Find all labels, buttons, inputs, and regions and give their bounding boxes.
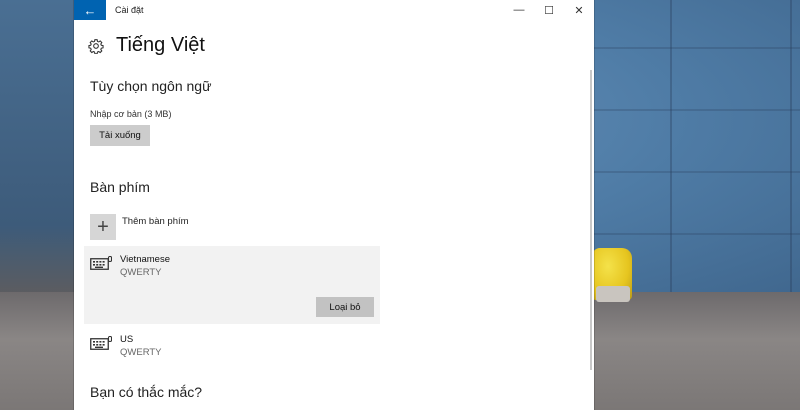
window-title: Cài đặt [115,5,144,15]
close-icon: ✕ [574,4,584,17]
keyboard-layout: QWERTY [120,347,162,358]
plus-icon: + [97,216,109,238]
maximize-icon: ☐ [544,4,554,17]
page-header: Tiếng Việt [88,34,205,57]
keyboard-name: Vietnamese [120,254,170,265]
keyboard-name: US [120,334,134,345]
keyboard-item-vietnamese[interactable]: Vietnamese QWERTY Loại bỏ [84,246,380,324]
maximize-button[interactable]: ☐ [534,0,564,20]
keyboard-icon [90,256,112,270]
basic-input-label: Nhập cơ bản (3 MB) [90,109,172,119]
minimize-icon: — [513,4,525,16]
settings-content: Tiếng Việt Tùy chọn ngôn ngữ Nhập cơ bản… [74,20,594,410]
page-title: Tiếng Việt [116,34,205,56]
close-button[interactable]: ✕ [564,0,594,20]
window-controls: — ☐ ✕ [504,0,594,20]
add-keyboard-label[interactable]: Thêm bàn phím [122,216,189,227]
back-arrow-icon: ← [83,2,97,18]
wallpaper-object-base [596,286,630,302]
scrollbar[interactable] [590,70,592,370]
keyboard-heading: Bàn phím [90,179,150,195]
download-button[interactable]: Tải xuống [90,125,150,146]
gear-icon [88,38,104,54]
keyboard-layout: QWERTY [120,267,162,278]
remove-keyboard-button[interactable]: Loại bỏ [316,297,374,317]
minimize-button[interactable]: — [504,0,534,20]
title-bar: ← Cài đặt — ☐ ✕ [74,0,594,20]
add-keyboard-button[interactable]: + [90,214,116,240]
back-button[interactable]: ← [74,0,106,20]
settings-window: ← Cài đặt — ☐ ✕ Tiếng Việt Tùy chọn ngôn… [74,0,594,410]
faq-heading: Bạn có thắc mắc? [90,384,203,400]
language-options-heading: Tùy chọn ngôn ngữ [90,78,212,94]
keyboard-icon [90,336,112,350]
keyboard-item-us[interactable]: US QWERTY [84,326,380,362]
